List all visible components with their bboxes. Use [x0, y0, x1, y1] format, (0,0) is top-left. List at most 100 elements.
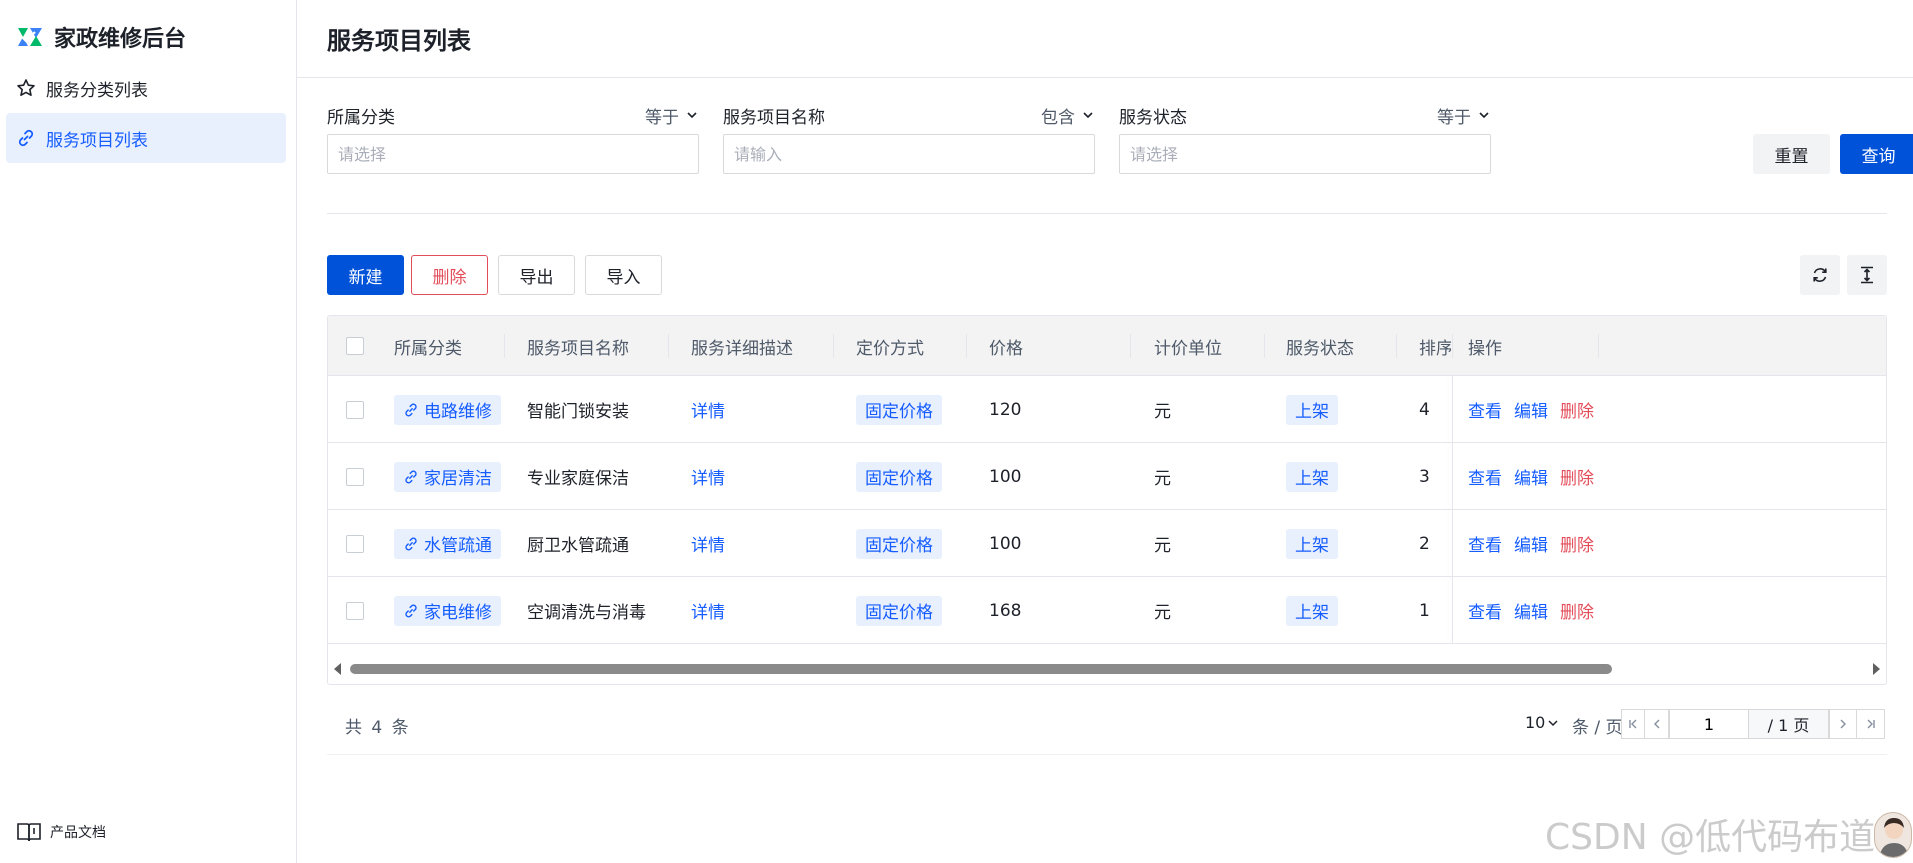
table-toolbar: 新建 删除 导出 导入: [327, 255, 1887, 295]
delete-link[interactable]: 删除: [1560, 464, 1594, 489]
prev-page-button[interactable]: [1645, 709, 1669, 739]
column-header: 服务项目名称: [527, 338, 629, 359]
scroll-right-arrow-icon[interactable]: [1873, 663, 1880, 675]
filter-operator-label: 等于: [645, 107, 679, 128]
page-number-input[interactable]: [1669, 709, 1749, 739]
detail-link[interactable]: 详情: [691, 577, 725, 644]
view-link[interactable]: 查看: [1468, 531, 1502, 556]
export-button[interactable]: 导出: [498, 255, 575, 295]
page-size-select[interactable]: 10: [1525, 713, 1559, 732]
watermark: CSDN @低代码布道师: [1545, 817, 1912, 858]
view-link[interactable]: 查看: [1468, 464, 1502, 489]
page-size-value: 10: [1525, 713, 1546, 732]
row-checkbox[interactable]: [346, 534, 364, 553]
category-tag[interactable]: 电路维修: [394, 394, 501, 425]
filter-label: 所属分类: [327, 107, 395, 128]
product-docs-label: 产品文档: [50, 825, 106, 841]
query-button[interactable]: 查询: [1840, 134, 1913, 174]
service-items-table: 所属分类 服务项目名称 服务详细描述 定价方式 价格 计价单位 服务状态 排序值…: [327, 315, 1887, 685]
batch-delete-button[interactable]: 删除: [411, 255, 488, 295]
filter-bar: 所属分类 等于 服务项目名称 包含: [327, 100, 1913, 176]
filter-operator-dropdown[interactable]: 等于: [1437, 103, 1491, 128]
category-label: 电路维修: [424, 402, 492, 422]
link-chain-icon: [405, 470, 417, 483]
category-tag[interactable]: 家居清洁: [394, 461, 501, 492]
column-header: 服务状态: [1286, 338, 1354, 359]
select-all-checkbox[interactable]: [346, 337, 364, 355]
chevron-right-icon: [1840, 719, 1846, 729]
edit-link[interactable]: 编辑: [1514, 397, 1548, 422]
pagination: 共 4 条 10 条 / 页 / 1 页: [327, 695, 1887, 755]
detail-link[interactable]: 详情: [691, 510, 725, 577]
price-cell: 100: [989, 533, 1022, 554]
scroll-left-arrow-icon[interactable]: [334, 663, 341, 675]
edit-link[interactable]: 编辑: [1514, 464, 1548, 489]
chevron-down-icon: [687, 112, 697, 119]
edit-link[interactable]: 编辑: [1514, 598, 1548, 623]
filter-operator-dropdown[interactable]: 包含: [1041, 103, 1095, 128]
link-chain-icon: [405, 403, 417, 416]
delete-link[interactable]: 删除: [1560, 598, 1594, 623]
table-header: 所属分类 服务项目名称 服务详细描述 定价方式 价格 计价单位 服务状态 排序值…: [328, 316, 1886, 376]
main-content: 服务项目列表 所属分类 等于 服务项目名称 包含: [297, 0, 1913, 863]
pricing-tag: 固定价格: [856, 461, 942, 492]
detail-link[interactable]: 详情: [691, 443, 725, 510]
table-row: 电路维修 智能门锁安装 详情 固定价格 120 元 上架 4 查看 编辑 删除: [328, 376, 1886, 443]
unit-cell: 元: [1154, 536, 1171, 556]
product-docs-link[interactable]: 产品文档: [16, 821, 106, 843]
service-status-select[interactable]: [1119, 134, 1491, 174]
filter-operator-label: 等于: [1437, 107, 1471, 128]
row-height-button[interactable]: [1847, 255, 1887, 295]
first-page-button[interactable]: [1621, 709, 1645, 739]
link-chain-icon: [18, 129, 34, 147]
category-select[interactable]: [327, 134, 699, 174]
chevron-down-icon: [1479, 112, 1489, 119]
service-name-input[interactable]: [723, 134, 1095, 174]
last-page-button[interactable]: [1857, 709, 1885, 739]
view-link[interactable]: 查看: [1468, 397, 1502, 422]
service-name-cell: 智能门锁安装: [527, 402, 629, 422]
delete-link[interactable]: 删除: [1560, 531, 1594, 556]
row-checkbox[interactable]: [346, 400, 364, 419]
filter-label: 服务状态: [1119, 107, 1187, 128]
column-header: 价格: [989, 338, 1023, 359]
reset-button[interactable]: 重置: [1753, 134, 1830, 174]
status-tag: 上架: [1286, 528, 1338, 559]
horizontal-scrollbar[interactable]: [328, 659, 1886, 679]
delete-link[interactable]: 删除: [1560, 397, 1594, 422]
detail-link[interactable]: 详情: [691, 376, 725, 443]
import-button[interactable]: 导入: [585, 255, 662, 295]
sidebar-item-service-category[interactable]: 服务分类列表: [6, 63, 286, 113]
column-header: 计价单位: [1154, 338, 1222, 359]
status-tag: 上架: [1286, 394, 1338, 425]
edit-link[interactable]: 编辑: [1514, 531, 1548, 556]
avatar-icon: [1879, 818, 1909, 857]
column-header: 服务详细描述: [691, 338, 793, 359]
per-page-label: 条 / 页: [1572, 718, 1623, 738]
new-button[interactable]: 新建: [327, 255, 404, 295]
sidebar-item-service-items[interactable]: 服务项目列表: [6, 113, 286, 163]
category-tag[interactable]: 家电维修: [394, 595, 501, 626]
column-header: 定价方式: [856, 338, 924, 359]
next-page-button[interactable]: [1829, 709, 1857, 739]
refresh-button[interactable]: [1800, 255, 1840, 295]
filter-operator-label: 包含: [1041, 107, 1075, 128]
scrollbar-thumb[interactable]: [350, 664, 1612, 674]
filter-label: 服务项目名称: [723, 107, 825, 128]
section-divider: [327, 213, 1887, 214]
link-chain-icon: [405, 604, 417, 617]
avatar[interactable]: [1874, 812, 1912, 858]
view-link[interactable]: 查看: [1468, 598, 1502, 623]
category-tag[interactable]: 水管疏通: [394, 528, 501, 559]
link-chain-icon: [405, 537, 417, 550]
price-cell: 168: [989, 600, 1022, 621]
price-cell: 100: [989, 466, 1022, 487]
chevron-down-icon: [1083, 112, 1093, 119]
status-tag: 上架: [1286, 595, 1338, 626]
row-checkbox[interactable]: [346, 467, 364, 486]
pricing-tag: 固定价格: [856, 394, 942, 425]
filter-operator-dropdown[interactable]: 等于: [645, 103, 699, 128]
row-checkbox[interactable]: [346, 601, 364, 620]
service-name-cell: 空调清洗与消毒: [527, 603, 646, 623]
brand-logo-icon: [18, 28, 42, 46]
